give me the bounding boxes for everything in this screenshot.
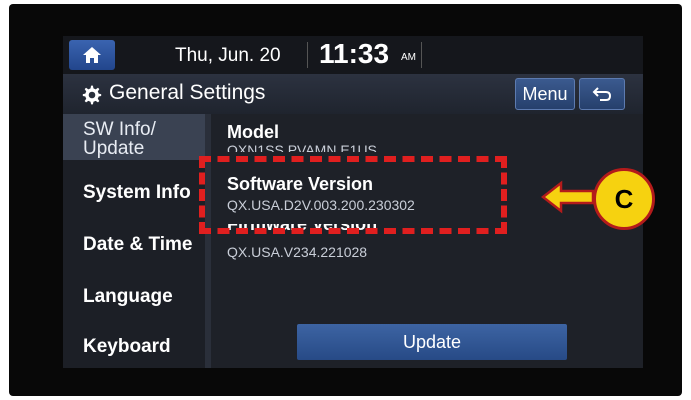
sidebar-item-keyboard[interactable]: Keyboard [63,336,205,366]
status-divider [421,42,422,68]
title-bar: General Settings Menu [63,74,643,114]
sidebar-item-label: Update [83,138,145,159]
status-bar: Thu, Jun. 20 11:33 AM [63,36,643,74]
update-button[interactable]: Update [297,324,567,360]
sidebar-item-label: Language [83,286,173,307]
display-bezel: Thu, Jun. 20 11:33 AM General Settings M… [9,4,682,396]
page-title: General Settings [109,81,266,104]
sidebar-item-label: Keyboard [83,336,171,357]
settings-sidebar: SW Info/ Update System Info Date & Time … [63,114,205,368]
home-icon [83,47,101,63]
sidebar-item-date-time[interactable]: Date & Time [63,234,205,264]
status-divider [307,42,308,68]
highlight-box [199,156,507,234]
sidebar-item-sw-info-update[interactable]: SW Info/ Update [63,114,205,160]
gear-icon [82,85,102,105]
status-ampm: AM [401,52,416,63]
status-date: Thu, Jun. 20 [175,45,281,66]
model-label: Model [227,122,279,142]
status-time: 11:33 [319,38,390,69]
firmware-version-value: QX.USA.V234.221028 [227,244,368,260]
model-value: QXN1SS PVAMN E1US [227,142,377,152]
back-button[interactable] [579,78,625,110]
menu-button[interactable]: Menu [515,78,575,110]
sidebar-item-label: System Info [83,182,191,203]
callout-badge: C [593,168,655,230]
back-icon [592,87,612,101]
info-panel: Model QXN1SS PVAMN E1US Software Version… [211,114,643,368]
sidebar-item-system-info[interactable]: System Info [63,182,205,212]
sidebar-item-label: Date & Time [83,234,193,255]
sidebar-item-language[interactable]: Language [63,286,205,316]
sidebar-item-label: SW Info/ [83,119,156,140]
home-button[interactable] [69,40,115,70]
left-arrow-icon [541,180,595,214]
